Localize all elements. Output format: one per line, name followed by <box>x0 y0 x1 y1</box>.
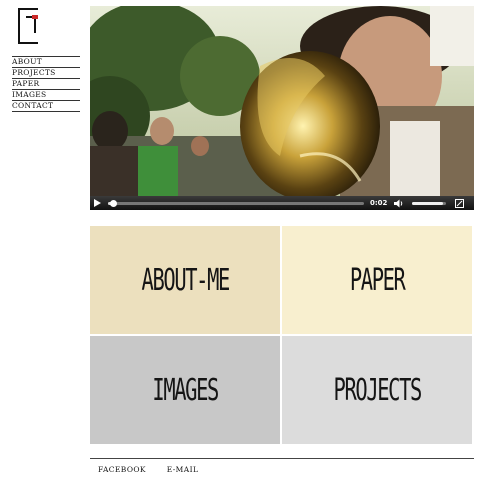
nav-item-paper[interactable]: PAPER <box>12 78 80 89</box>
sidebar-nav: ABOUT PROJECTS PAPER IMAGES CONTACT <box>12 56 80 112</box>
tile-grid: ABOUT-ME PAPER IMAGES PROJECTS <box>90 226 474 445</box>
video-scrubber[interactable] <box>108 199 364 207</box>
email-link[interactable]: E-MAIL <box>167 465 199 474</box>
footer: FACEBOOK E-MAIL <box>98 465 216 474</box>
nav-item-images[interactable]: IMAGES <box>12 89 80 100</box>
volume-level <box>412 201 443 205</box>
tile-paper[interactable]: PAPER <box>282 226 472 334</box>
video-controls: 0:02 <box>90 196 474 210</box>
video-frame <box>90 6 474 196</box>
speaker-icon[interactable] <box>392 196 406 210</box>
tile-label: ABOUT-ME <box>141 262 230 298</box>
logo-accent <box>32 15 38 19</box>
fullscreen-icon[interactable] <box>452 196 466 210</box>
volume-slider[interactable] <box>412 201 446 205</box>
tile-projects[interactable]: PROJECTS <box>282 336 472 444</box>
tile-label: IMAGES <box>152 372 219 408</box>
tile-label: PAPER <box>349 262 406 298</box>
footer-divider <box>90 458 474 459</box>
play-icon[interactable] <box>90 196 104 210</box>
scrubber-handle[interactable] <box>110 199 118 207</box>
video-time: 0:02 <box>370 199 388 207</box>
video-player[interactable]: 0:02 <box>90 6 474 210</box>
nav-item-contact[interactable]: CONTACT <box>12 100 80 112</box>
tile-label: PROJECTS <box>333 372 422 408</box>
monogram-logo-icon[interactable] <box>16 6 42 46</box>
tile-images[interactable]: IMAGES <box>90 336 280 444</box>
facebook-link[interactable]: FACEBOOK <box>98 465 146 474</box>
tile-about-me[interactable]: ABOUT-ME <box>90 226 280 334</box>
nav-item-projects[interactable]: PROJECTS <box>12 67 80 78</box>
nav-item-about[interactable]: ABOUT <box>12 56 80 67</box>
